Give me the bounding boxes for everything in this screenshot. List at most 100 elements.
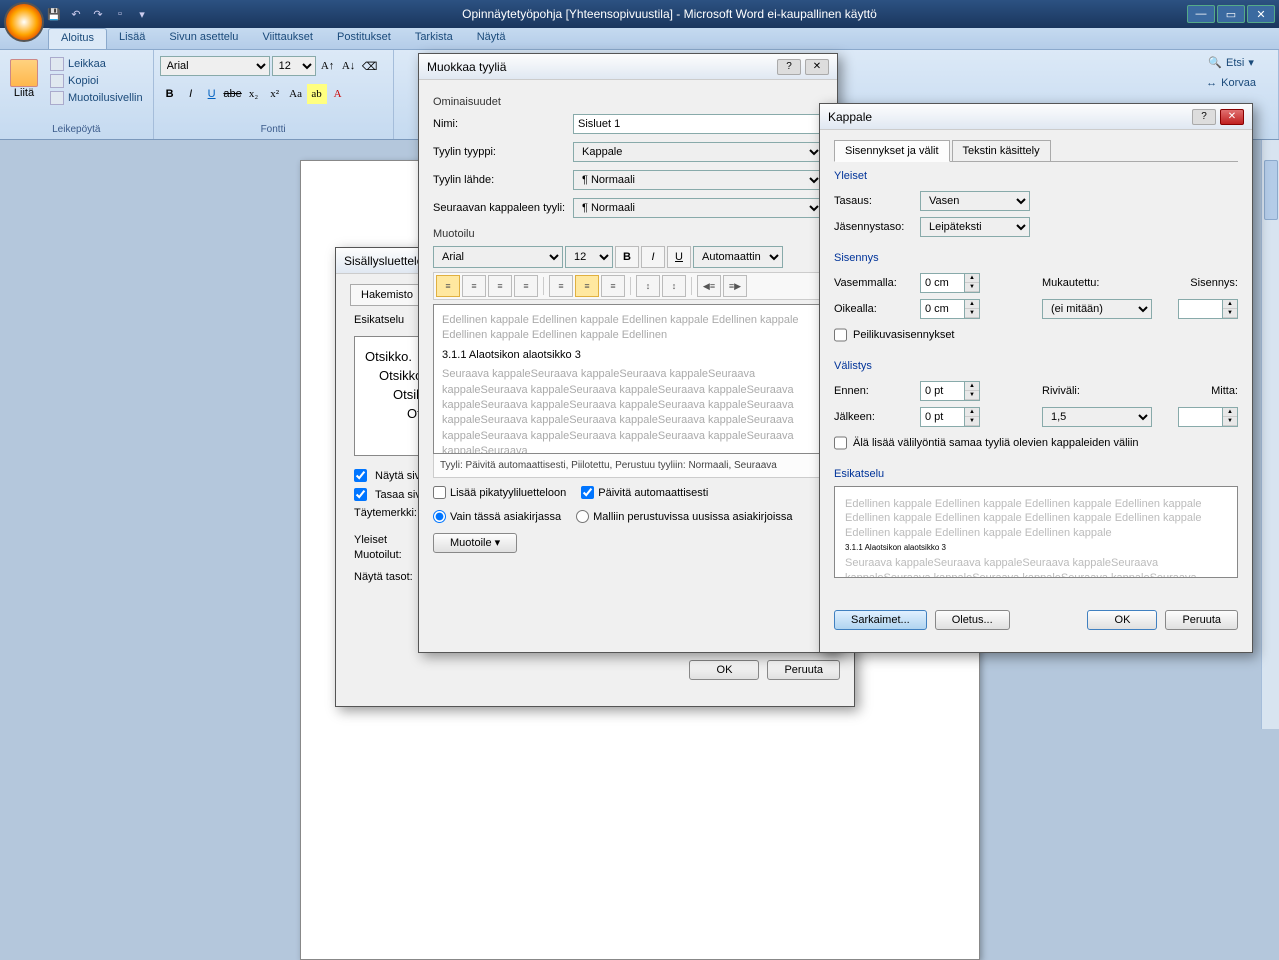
copy-button[interactable]: Kopioi bbox=[46, 73, 147, 89]
strike-button[interactable]: abe bbox=[223, 84, 243, 104]
scrollbar-thumb[interactable] bbox=[1264, 160, 1278, 220]
tabs-button[interactable]: Sarkaimet... bbox=[834, 610, 927, 630]
style-dialog-title: Muokkaa tyyliä bbox=[427, 60, 777, 74]
no-space-checkbox[interactable] bbox=[834, 433, 847, 453]
align-right-icon[interactable]: ≡ bbox=[488, 275, 512, 297]
underline-button[interactable]: U bbox=[667, 246, 691, 268]
align-center-icon[interactable]: ≡ bbox=[462, 275, 486, 297]
line-spacing-at-spinner[interactable]: ▲▼ bbox=[1178, 407, 1238, 427]
brush-icon bbox=[50, 91, 64, 105]
qat-icon[interactable]: ▫ bbox=[110, 4, 130, 24]
font-name-select[interactable]: Arial bbox=[160, 56, 270, 76]
auto-update-checkbox[interactable]: Päivitä automaattisesti bbox=[581, 486, 708, 499]
format-painter-button[interactable]: Muotoilusivellin bbox=[46, 90, 147, 106]
space-before-inc-icon[interactable]: ↕ bbox=[636, 275, 660, 297]
scissors-icon bbox=[50, 57, 64, 71]
help-button[interactable]: ? bbox=[1192, 109, 1216, 125]
line-spacing-1-icon[interactable]: ≡ bbox=[549, 275, 573, 297]
space-before-dec-icon[interactable]: ↕ bbox=[662, 275, 686, 297]
show-pages-checkbox[interactable] bbox=[354, 469, 367, 482]
cancel-button[interactable]: Peruuta bbox=[1165, 610, 1238, 630]
default-button[interactable]: Oletus... bbox=[935, 610, 1010, 630]
style-dialog-titlebar[interactable]: Muokkaa tyyliä ? ✕ bbox=[419, 54, 837, 80]
tab-index[interactable]: Hakemisto bbox=[350, 284, 424, 305]
office-button[interactable] bbox=[4, 2, 44, 42]
indent-right-spinner[interactable]: ▲▼ bbox=[920, 299, 980, 319]
bold-button[interactable]: B bbox=[160, 84, 180, 104]
space-before-spinner[interactable]: ▲▼ bbox=[920, 381, 980, 401]
shrink-font-icon[interactable]: A↓ bbox=[339, 56, 359, 76]
cancel-button[interactable]: Peruuta bbox=[767, 660, 840, 680]
undo-icon[interactable]: ↶ bbox=[66, 4, 86, 24]
paste-label: Liitä bbox=[14, 87, 34, 99]
line-spacing-15-icon[interactable]: ≡ bbox=[575, 275, 599, 297]
italic-button[interactable]: I bbox=[641, 246, 665, 268]
minimize-button[interactable]: — bbox=[1187, 5, 1215, 23]
bold-button[interactable]: B bbox=[615, 246, 639, 268]
format-menu-button[interactable]: Muotoile ▾ bbox=[433, 533, 517, 553]
qat-dropdown-icon[interactable]: ▾ bbox=[132, 4, 152, 24]
format-font-select[interactable]: Arial bbox=[433, 246, 563, 268]
close-button[interactable]: ✕ bbox=[1247, 5, 1275, 23]
save-icon[interactable]: 💾 bbox=[44, 4, 64, 24]
font-size-select[interactable]: 12 bbox=[272, 56, 316, 76]
ok-button[interactable]: OK bbox=[689, 660, 759, 680]
font-color-button[interactable]: A bbox=[328, 84, 348, 104]
close-button[interactable]: ✕ bbox=[1220, 109, 1244, 125]
indent-left-spinner[interactable]: ▲▼ bbox=[920, 273, 980, 293]
paragraph-preview: Edellinen kappale Edellinen kappale Edel… bbox=[834, 486, 1238, 578]
special-indent-select[interactable]: (ei mitään) bbox=[1042, 299, 1152, 319]
tab-line-breaks[interactable]: Tekstin käsittely bbox=[952, 140, 1051, 162]
titlebar: 💾 ↶ ↷ ▫ ▾ Opinnäytetyöpohja [Yhteensopiv… bbox=[0, 0, 1279, 28]
help-button[interactable]: ? bbox=[777, 59, 801, 75]
tab-mailings[interactable]: Postitukset bbox=[325, 28, 403, 49]
tab-home[interactable]: Aloitus bbox=[48, 28, 107, 49]
following-select[interactable]: ¶ Normaali bbox=[573, 198, 823, 218]
template-new-radio[interactable]: Malliin perustuvissa uusissa asiakirjois… bbox=[576, 510, 792, 523]
grow-font-icon[interactable]: A↑ bbox=[318, 56, 338, 76]
clear-format-icon[interactable]: ⌫ bbox=[360, 56, 380, 76]
paste-button[interactable]: Liitä bbox=[6, 56, 42, 112]
paragraph-dialog-titlebar[interactable]: Kappale ? ✕ bbox=[820, 104, 1252, 130]
based-on-select[interactable]: ¶ Normaali bbox=[573, 170, 823, 190]
format-color-select[interactable]: Automaattin bbox=[693, 246, 783, 268]
replace-button[interactable]: ↔ Korvaa bbox=[1200, 75, 1262, 91]
tab-review[interactable]: Tarkista bbox=[403, 28, 465, 49]
italic-button[interactable]: I bbox=[181, 84, 201, 104]
tab-page-layout[interactable]: Sivun asettelu bbox=[157, 28, 250, 49]
align-pages-checkbox[interactable] bbox=[354, 488, 367, 501]
tab-references[interactable]: Viittaukset bbox=[250, 28, 325, 49]
cut-button[interactable]: Leikkaa bbox=[46, 56, 147, 72]
indent-inc-icon[interactable]: ≡▶ bbox=[723, 275, 747, 297]
line-spacing-2-icon[interactable]: ≡ bbox=[601, 275, 625, 297]
tab-indents-spacing[interactable]: Sisennykset ja välit bbox=[834, 140, 950, 162]
format-size-select[interactable]: 12 bbox=[565, 246, 613, 268]
outline-select[interactable]: Leipäteksti bbox=[920, 217, 1030, 237]
redo-icon[interactable]: ↷ bbox=[88, 4, 108, 24]
tab-insert[interactable]: Lisää bbox=[107, 28, 157, 49]
highlight-button[interactable]: ab bbox=[307, 84, 327, 104]
subscript-button[interactable]: x₂ bbox=[244, 84, 264, 104]
add-quick-checkbox[interactable]: Lisää pikatyyliluetteloon bbox=[433, 486, 566, 499]
general-section: Yleiset bbox=[834, 170, 1238, 182]
line-spacing-select[interactable]: 1,5 bbox=[1042, 407, 1152, 427]
space-after-spinner[interactable]: ▲▼ bbox=[920, 407, 980, 427]
vertical-scrollbar[interactable] bbox=[1261, 140, 1279, 729]
align-left-icon[interactable]: ≡ bbox=[436, 275, 460, 297]
maximize-button[interactable]: ▭ bbox=[1217, 5, 1245, 23]
tab-view[interactable]: Näytä bbox=[465, 28, 518, 49]
mirror-checkbox[interactable] bbox=[834, 325, 847, 345]
alignment-select[interactable]: Vasen bbox=[920, 191, 1030, 211]
find-button[interactable]: 🔍 Etsi ▾ bbox=[1202, 54, 1260, 71]
close-button[interactable]: ✕ bbox=[805, 59, 829, 75]
align-justify-icon[interactable]: ≡ bbox=[514, 275, 538, 297]
change-case-button[interactable]: Aa bbox=[286, 84, 306, 104]
indent-by-spinner[interactable]: ▲▼ bbox=[1178, 299, 1238, 319]
style-name-input[interactable] bbox=[573, 114, 823, 134]
ok-button[interactable]: OK bbox=[1087, 610, 1157, 630]
style-type-select[interactable]: Kappale bbox=[573, 142, 823, 162]
superscript-button[interactable]: x² bbox=[265, 84, 285, 104]
underline-button[interactable]: U bbox=[202, 84, 222, 104]
indent-dec-icon[interactable]: ◀≡ bbox=[697, 275, 721, 297]
only-doc-radio[interactable]: Vain tässä asiakirjassa bbox=[433, 510, 561, 523]
